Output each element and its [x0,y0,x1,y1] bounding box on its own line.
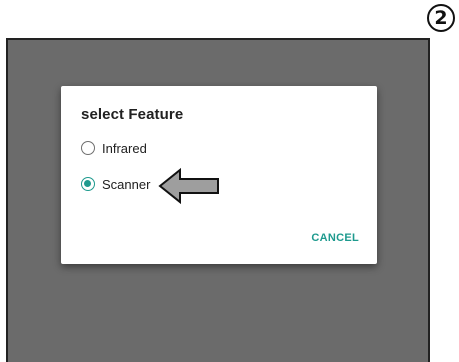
option-label-infrared: Infrared [102,140,147,156]
pointer-arrow-icon [158,167,219,205]
cancel-button[interactable]: CANCEL [311,232,359,244]
radio-checked-icon[interactable] [81,177,95,191]
option-infrared[interactable]: Infrared [81,137,147,159]
step-number-badge: 2 [427,4,455,32]
radio-unchecked-icon[interactable] [81,141,95,155]
option-scanner[interactable]: Scanner [81,173,150,195]
dialog-title: select Feature [81,106,184,123]
option-label-scanner: Scanner [102,176,151,192]
